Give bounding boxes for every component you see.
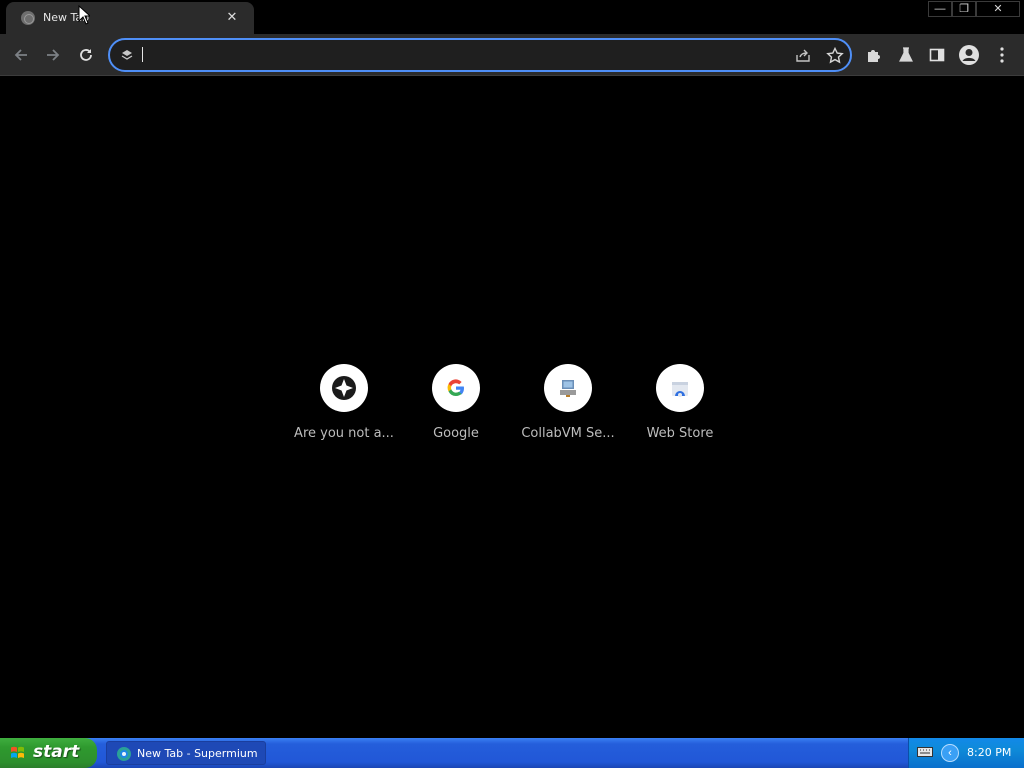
profile-button[interactable] — [957, 43, 981, 67]
shortcut-icon-circle — [432, 364, 480, 412]
star-icon — [826, 46, 844, 64]
shortcut-tiles: Are you not a... Google CollabVM Se... W… — [288, 364, 736, 454]
shortcut-tile[interactable]: Google — [400, 364, 512, 454]
tab-strip: New Tab ✕ — ❐ ✕ — [0, 0, 1024, 34]
close-tab-icon[interactable]: ✕ — [224, 9, 240, 25]
web-store-icon — [672, 382, 688, 397]
taskbar: start New Tab - Supermium ‹ 8:20 PM — [0, 738, 1024, 768]
shortcut-tile[interactable]: Are you not a... — [288, 364, 400, 454]
back-button[interactable] — [8, 42, 34, 68]
text-caret — [142, 47, 143, 62]
shortcut-label: Google — [433, 426, 479, 441]
shortcut-tile[interactable]: Web Store — [624, 364, 736, 454]
mouse-cursor-icon — [78, 5, 90, 25]
tab-new-tab[interactable]: New Tab ✕ — [6, 2, 254, 34]
forward-button[interactable] — [40, 42, 66, 68]
system-tray: ‹ 8:20 PM — [908, 738, 1024, 768]
site-info-icon[interactable] — [120, 48, 134, 62]
share-icon — [796, 49, 810, 62]
compass-icon — [332, 376, 356, 400]
profile-icon — [959, 45, 979, 65]
shortcut-icon-circle — [656, 364, 704, 412]
restore-window-button[interactable]: ❐ — [952, 1, 976, 17]
address-input[interactable] — [140, 46, 780, 64]
shortcut-label: Are you not a... — [294, 426, 394, 441]
shortcut-label: Web Store — [646, 426, 714, 441]
keyboard-icon[interactable] — [917, 746, 933, 758]
bookmark-star-button[interactable] — [824, 45, 846, 67]
taskbar-item-supermium[interactable]: New Tab - Supermium — [106, 741, 266, 765]
kebab-menu-icon — [1000, 47, 1004, 63]
extensions-button[interactable] — [862, 43, 886, 67]
back-arrow-icon — [14, 49, 27, 61]
shortcut-icon-circle — [320, 364, 368, 412]
menu-button[interactable] — [990, 43, 1014, 67]
globe-icon — [21, 11, 35, 25]
shortcut-label: CollabVM Se... — [521, 426, 615, 441]
google-g-icon — [447, 379, 464, 397]
minimize-window-button[interactable]: — — [928, 1, 952, 17]
taskbar-item-label: New Tab - Supermium — [137, 747, 258, 760]
labs-button[interactable] — [894, 43, 918, 67]
clock: 8:20 PM — [967, 746, 1012, 759]
puzzle-icon — [868, 50, 880, 62]
browser-toolbar — [0, 34, 1024, 76]
collabvm-icon — [560, 380, 576, 397]
supermium-app-icon — [117, 747, 131, 761]
start-button[interactable]: start — [0, 738, 97, 768]
shortcut-tile[interactable]: CollabVM Se... — [512, 364, 624, 454]
windows-logo-icon — [11, 746, 24, 758]
side-panel-icon — [929, 48, 945, 62]
desktop-screen: New Tab ✕ — ❐ ✕ Are you not a... Google … — [0, 0, 1024, 768]
share-button[interactable] — [792, 45, 814, 67]
flask-icon — [899, 47, 913, 62]
reload-button[interactable] — [73, 42, 99, 68]
omnibox[interactable] — [108, 38, 852, 72]
reload-icon — [80, 49, 92, 61]
close-window-button[interactable]: ✕ — [976, 1, 1020, 17]
forward-arrow-icon — [47, 49, 60, 61]
shortcut-icon-circle — [544, 364, 592, 412]
start-label: start — [33, 742, 80, 762]
show-hidden-icons-button[interactable]: ‹ — [941, 744, 959, 762]
side-panel-button[interactable] — [925, 43, 949, 67]
